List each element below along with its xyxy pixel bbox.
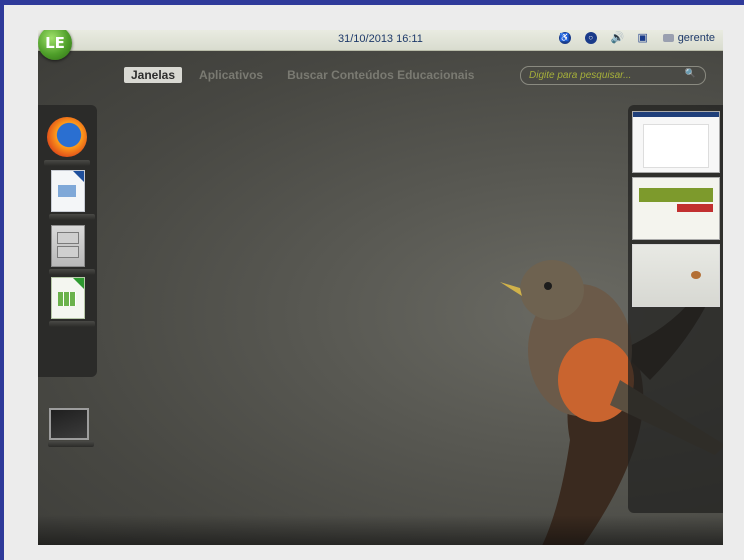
main-menu-logo-button[interactable]: LE [38, 30, 72, 60]
thumb-page [643, 124, 709, 168]
view-tabs: Janelas Aplicativos Buscar Conteúdos Edu… [124, 67, 481, 83]
thumb-stripe [677, 204, 713, 212]
window-switcher [628, 105, 723, 513]
bird-eye [544, 282, 552, 290]
user-menu[interactable]: gerente [662, 32, 715, 44]
help-icon[interactable]: ○ [584, 32, 597, 44]
bottom-shadow [38, 515, 723, 545]
top-panel: 31/10/2013 16:11 ♿ ○ 🔊 ▣ gerente [38, 30, 723, 51]
calc-grid [58, 292, 76, 306]
network-icon[interactable]: ▣ [637, 32, 649, 44]
desktop-screen: 31/10/2013 16:11 ♿ ○ 🔊 ▣ gerente LE Jane… [38, 30, 723, 545]
dock [38, 105, 97, 447]
volume-icon[interactable]: 🔊 [611, 32, 625, 44]
bird-head [520, 260, 584, 320]
thumb-titlebar [633, 112, 719, 117]
tab-aplicativos[interactable]: Aplicativos [192, 67, 270, 83]
file-manager-icon[interactable] [49, 225, 95, 275]
bird-beak [500, 282, 522, 296]
window-thumbnail-desktop[interactable] [632, 244, 720, 307]
search-box: 🔍 [520, 66, 706, 85]
libreoffice-writer-icon[interactable] [49, 170, 95, 220]
screen-frame: 31/10/2013 16:11 ♿ ○ 🔊 ▣ gerente LE Jane… [4, 5, 744, 560]
chat-icon [662, 34, 674, 42]
cabinet-drawer-top [57, 232, 79, 244]
clock[interactable]: 31/10/2013 16:11 [338, 33, 423, 45]
tab-janelas[interactable]: Janelas [124, 67, 183, 83]
cabinet-drawer-bottom [57, 246, 79, 258]
system-tray: ♿ ○ 🔊 ▣ gerente [558, 32, 715, 44]
accessibility-icon[interactable]: ♿ [558, 32, 571, 44]
writer-picture [58, 185, 76, 197]
user-name: gerente [677, 32, 715, 44]
tab-buscar-conteudos[interactable]: Buscar Conteúdos Educacionais [280, 67, 481, 83]
writer-corner [73, 171, 84, 182]
firefox-icon[interactable] [44, 117, 90, 166]
search-input[interactable] [529, 68, 679, 82]
terminal-icon[interactable] [48, 408, 94, 447]
window-thumbnail-browser[interactable] [632, 177, 720, 240]
libreoffice-calc-icon[interactable] [49, 277, 95, 327]
search-icon[interactable]: 🔍 [685, 69, 696, 79]
thumb-bird [691, 271, 701, 279]
thumb-banner [639, 188, 713, 202]
calc-corner [73, 278, 84, 289]
window-thumbnail-writer[interactable] [632, 111, 720, 173]
